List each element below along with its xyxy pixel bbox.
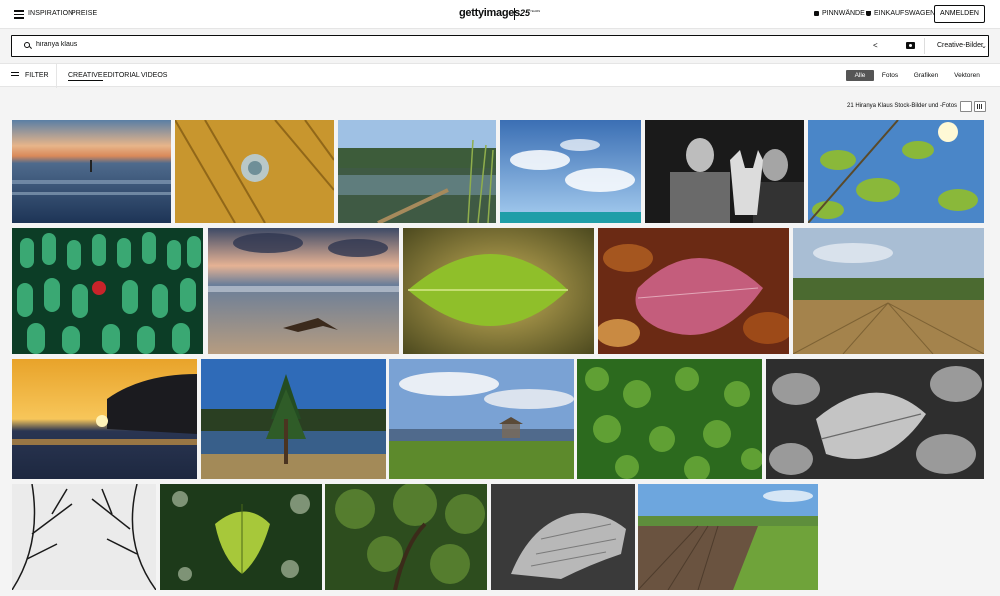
logo-divider	[514, 8, 515, 20]
filter-button[interactable]: FILTER	[25, 72, 49, 79]
camera-search-icon[interactable]	[906, 42, 915, 49]
image-tile-green-leaf[interactable]	[403, 228, 594, 354]
image-tile-forest[interactable]	[325, 484, 487, 590]
image-tile-cactus-field[interactable]	[12, 228, 203, 354]
nav-pricing[interactable]: PREISE	[71, 10, 97, 17]
image-tile-gazebo-meadow[interactable]	[389, 359, 574, 479]
image-tile-birch-leaves[interactable]	[808, 120, 984, 223]
list-view-button[interactable]	[960, 101, 972, 112]
results-count: 21 Hiranya Klaus Stock-Bilder und -Fotos	[847, 103, 958, 109]
search-scope-select[interactable]: Creative-Bilder	[937, 42, 983, 49]
media-all[interactable]: Alle	[846, 70, 874, 81]
search-bar: < Creative-Bilder ⌄	[11, 35, 989, 57]
image-tile-cliff-sunset[interactable]	[12, 359, 197, 479]
hamburger-icon[interactable]	[14, 10, 24, 19]
cart-icon	[866, 11, 871, 16]
tab-creative[interactable]: CREATIVE	[68, 72, 103, 81]
tab-videos[interactable]: VIDEOS	[141, 72, 167, 79]
anniversary-number: 25	[520, 8, 531, 18]
grid-view-button[interactable]	[974, 101, 986, 112]
search-divider	[924, 38, 925, 54]
filter-divider	[56, 64, 57, 88]
boards-label: PINNWÄNDE	[822, 10, 865, 17]
image-tile-clouds-ocean[interactable]	[500, 120, 641, 223]
image-tile-men-dog-bw[interactable]	[645, 120, 804, 223]
image-tile-green-foliage[interactable]	[577, 359, 762, 479]
tab-editorial[interactable]: EDITORIAL	[103, 72, 140, 79]
image-tile-hand-bw[interactable]	[491, 484, 635, 590]
filter-bar: FILTER CREATIVE EDITORIAL VIDEOS Alle Fo…	[0, 63, 1000, 88]
image-tile-lake-reeds[interactable]	[338, 120, 496, 223]
cart-label: EINKAUFSWAGEN	[874, 10, 936, 17]
share-icon[interactable]: <	[873, 41, 878, 50]
image-tile-leaf-bokeh[interactable]	[160, 484, 322, 590]
chevron-down-icon[interactable]: ⌄	[981, 42, 987, 50]
anniversary-suffix: YEARS	[530, 9, 541, 13]
image-tile-fern-lichen[interactable]	[175, 120, 334, 223]
image-tile-harvest-field[interactable]	[793, 228, 984, 354]
image-tile-sunset-sea[interactable]	[12, 120, 171, 223]
cart-link[interactable]: EINKAUFSWAGEN	[866, 10, 935, 17]
image-tile-bare-trees-bw[interactable]	[12, 484, 156, 590]
media-graphics[interactable]: Grafiken	[910, 70, 942, 81]
image-tile-autumn-leaf[interactable]	[598, 228, 789, 354]
top-navigation-bar: INSPIRATION PREISE gettyimages 25YEARS P…	[0, 0, 1000, 29]
search-icon[interactable]	[24, 42, 30, 48]
image-tile-plowed-field[interactable]	[638, 484, 818, 590]
boards-link[interactable]: PINNWÄNDE	[814, 10, 865, 17]
media-vectors[interactable]: Vektoren	[950, 70, 984, 81]
image-tile-beach-driftwood[interactable]	[208, 228, 399, 354]
filter-sliders-icon[interactable]	[11, 72, 19, 78]
search-input[interactable]	[36, 41, 836, 48]
nav-inspiration[interactable]: INSPIRATION	[28, 10, 73, 17]
image-tile-pine-lake[interactable]	[201, 359, 386, 479]
bookmark-icon	[814, 11, 819, 16]
anniversary-logo: 25YEARS	[520, 8, 540, 18]
image-tile-leaves-bw[interactable]	[766, 359, 984, 479]
media-photos[interactable]: Fotos	[877, 70, 903, 81]
signin-button[interactable]: ANMELDEN	[934, 5, 985, 23]
getty-images-logo[interactable]: gettyimages	[459, 7, 520, 19]
